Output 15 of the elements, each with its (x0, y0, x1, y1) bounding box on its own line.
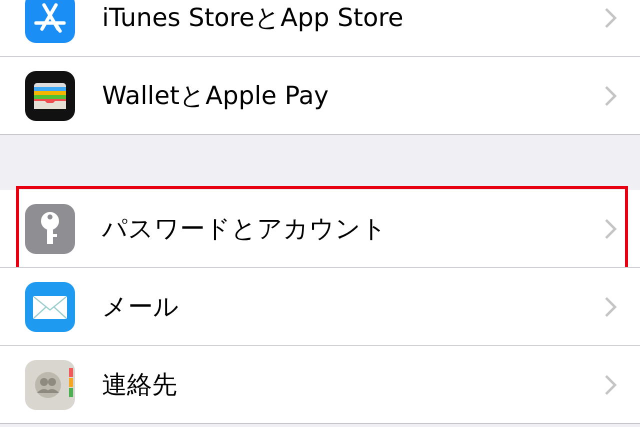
chevron-icon (604, 296, 618, 318)
key-icon (25, 204, 75, 254)
contacts-icon (25, 360, 75, 410)
row-label: WalletとApple Pay (102, 80, 330, 112)
app-store-icon (25, 0, 75, 42)
chevron-icon (604, 84, 618, 106)
row-label: 連絡先 (102, 369, 178, 401)
chevron-icon (604, 374, 618, 396)
row-label: メール (102, 291, 180, 323)
row-label: パスワードとアカウント (102, 213, 388, 245)
wallet-icon (25, 70, 75, 120)
row-label: iTunes StoreとApp Store (102, 2, 404, 34)
chevron-icon (604, 218, 618, 240)
chevron-icon (604, 6, 618, 28)
mail-icon (25, 282, 75, 332)
